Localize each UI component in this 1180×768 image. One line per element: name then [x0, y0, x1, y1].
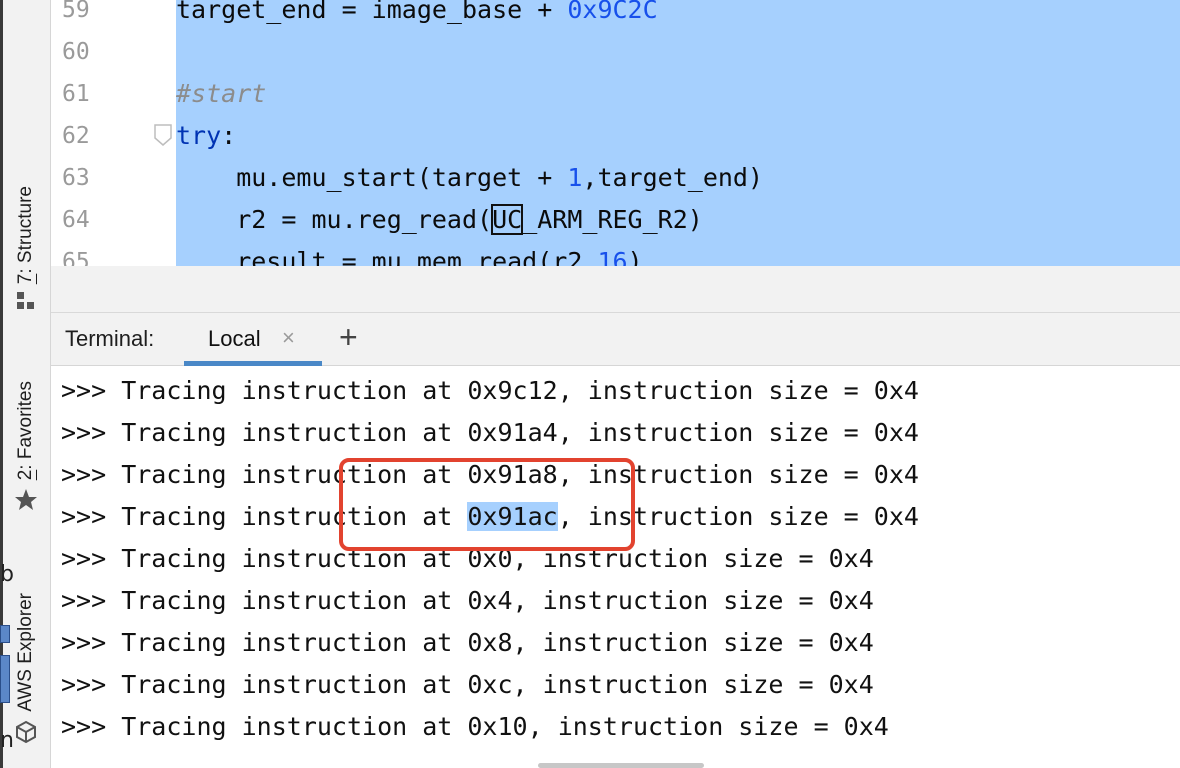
- line-number: 64: [62, 207, 90, 233]
- line-number: 59: [62, 0, 90, 23]
- bracket-match-box: UC: [491, 204, 524, 235]
- code-line-63: mu.emu_start(target + 1,target_end): [176, 163, 764, 192]
- line-number: 62: [62, 123, 90, 149]
- favorites-tab-label: 2: Favorites: [15, 380, 36, 480]
- terminal-line: >>> Tracing instruction at 0x10, instruc…: [61, 712, 889, 741]
- terminal-header: Terminal: Local × +: [51, 313, 1180, 366]
- terminal-line: >>> Tracing instruction at 0x9c12, instr…: [61, 376, 919, 405]
- terminal-line: >>> Tracing instruction at 0x91a4, instr…: [61, 418, 919, 447]
- code-line-61: #start: [176, 79, 267, 108]
- cube-icon: [14, 720, 38, 744]
- tab-local-label: Local: [208, 326, 261, 351]
- window-edge: [0, 0, 3, 768]
- star-icon: [14, 488, 38, 512]
- fold-marker-icon[interactable]: [154, 124, 172, 150]
- structure-icon: [17, 292, 35, 310]
- line-number: 63: [62, 165, 90, 191]
- line-number: 60: [62, 39, 90, 65]
- terminal-title: Terminal:: [65, 326, 155, 351]
- terminal-line: >>> Tracing instruction at 0x4, instruct…: [61, 586, 874, 615]
- code-line-65: result = mu.mem_read(r2,16): [176, 247, 643, 266]
- code-editor[interactable]: target_end = image_base + 0x9C2C #start …: [176, 0, 1180, 266]
- structure-tool-tab[interactable]: 7: Structure: [9, 150, 43, 310]
- code-line-59: target_end = image_base + 0x9C2C: [176, 0, 658, 24]
- panel-splitter[interactable]: [51, 266, 1180, 313]
- horizontal-scrollbar[interactable]: [538, 763, 704, 768]
- structure-tab-label: 7: Structure: [15, 185, 36, 284]
- terminal-line: >>> Tracing instruction at 0xc, instruct…: [61, 670, 874, 699]
- terminal-output[interactable]: >>> Tracing instruction at 0x9c12, instr…: [51, 366, 1180, 768]
- code-line-64: r2 = mu.reg_read(UC_ARM_REG_R2): [176, 204, 703, 235]
- code-line-62: try:: [176, 121, 237, 150]
- line-number: 61: [62, 81, 90, 107]
- new-tab-button[interactable]: +: [339, 319, 358, 356]
- tool-window-strip: b n 7: Structure 2: Favorites AWS Explor…: [0, 0, 51, 768]
- aws-explorer-tool-tab[interactable]: AWS Explorer: [9, 562, 43, 744]
- close-icon[interactable]: ×: [282, 325, 295, 351]
- tab-local[interactable]: Local ×: [184, 313, 322, 366]
- terminal-line: >>> Tracing instruction at 0x8, instruct…: [61, 628, 874, 657]
- highlight-annotation-box: [339, 458, 635, 551]
- aws-explorer-tab-label: AWS Explorer: [15, 593, 36, 712]
- favorites-tool-tab[interactable]: 2: Favorites: [9, 352, 43, 512]
